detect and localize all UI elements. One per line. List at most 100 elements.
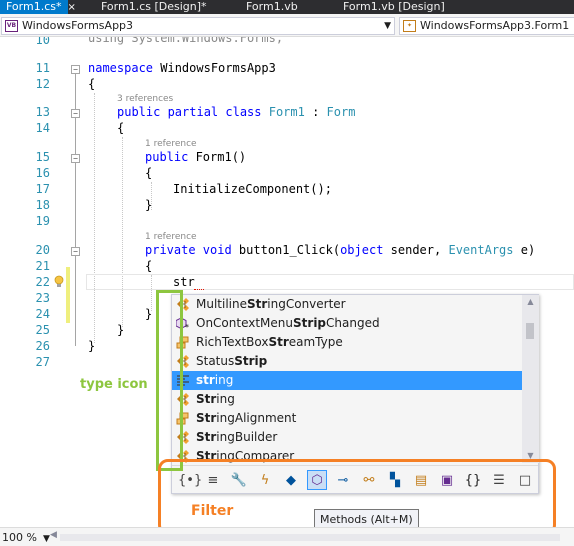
- line-number: 24: [35, 307, 50, 321]
- tab-form1-cs-design[interactable]: Form1.cs [Design]*: [95, 0, 225, 14]
- completion-item[interactable]: string: [172, 371, 522, 390]
- code-line: {: [117, 121, 125, 135]
- scroll-thumb[interactable]: [526, 323, 534, 339]
- keyword: object: [340, 243, 384, 257]
- completion-item-label: RichTextBoxStreamType: [196, 335, 343, 349]
- parameter: e): [513, 243, 536, 257]
- keyword: namespace: [88, 61, 154, 75]
- project-dropdown[interactable]: VB WindowsFormsApp3 ▼: [1, 17, 395, 35]
- completion-item[interactable]: StringBuilder: [172, 428, 522, 447]
- line-number: 17: [35, 182, 50, 196]
- line-number: 16: [35, 166, 50, 180]
- line-number: 15: [35, 150, 50, 164]
- tab-form1-vb-design[interactable]: Form1.vb [Design]: [337, 0, 457, 14]
- horizontal-scrollbar[interactable]: ◀: [50, 530, 560, 541]
- code-line: public partial class Form1 : Form: [117, 105, 355, 119]
- scroll-left-icon[interactable]: ◀: [50, 530, 57, 540]
- type-name: Form1: [268, 105, 305, 119]
- method-name: Form1(): [195, 150, 247, 164]
- tab-label: Form1.vb: [246, 0, 298, 13]
- line-number: 11: [35, 61, 50, 75]
- type-name: EventArgs: [448, 243, 514, 257]
- type-icon-annotation: type icon: [80, 377, 148, 392]
- error-squiggle: [194, 287, 204, 290]
- completion-scrollbar[interactable]: ▲ ▼: [522, 295, 539, 463]
- method-name: button1_Click(: [238, 243, 341, 257]
- collapse-constructor-icon[interactable]: −: [71, 154, 80, 163]
- scroll-up-icon[interactable]: ▲: [522, 295, 539, 309]
- label-suffix: ingAlignment: [216, 411, 297, 425]
- zoom-dropdown[interactable]: 100 % ▼: [0, 530, 50, 545]
- completion-item-label: StatusStrip: [196, 354, 267, 368]
- code-line: private void button1_Click(object sender…: [145, 243, 535, 257]
- code-line: InitializeComponent();: [173, 182, 332, 196]
- label-prefix: RichTextBox: [196, 335, 269, 349]
- label-match: Str: [196, 430, 217, 444]
- indent-guide: [94, 93, 95, 343]
- line-number: 22: [35, 275, 50, 289]
- type-icon-highlight-box: [156, 290, 183, 471]
- completion-item-label: String: [196, 392, 235, 406]
- code-line: }: [117, 323, 125, 337]
- code-line: }: [145, 198, 153, 212]
- line-number: 26: [35, 339, 50, 353]
- line-number: 21: [35, 259, 50, 273]
- line-number: 14: [35, 121, 50, 135]
- line-number: 27: [35, 355, 50, 369]
- filter-annotation: Filter: [191, 503, 234, 519]
- type-name: Form: [326, 105, 356, 119]
- lightbulb-icon[interactable]: [54, 275, 64, 288]
- punctuation: :: [304, 105, 327, 119]
- line-number: 25: [35, 323, 50, 337]
- completion-item[interactable]: RichTextBoxStreamType: [172, 333, 522, 352]
- code-line: {: [88, 77, 96, 91]
- tab-label: Form1.cs [Design]*: [101, 0, 207, 13]
- code-line: using System.Windows.Forms;: [88, 37, 284, 45]
- label-suffix: ingConverter: [267, 297, 346, 311]
- line-number: 19: [35, 214, 50, 228]
- completion-item[interactable]: MultilineStringConverter: [172, 295, 522, 314]
- collapse-method-icon[interactable]: −: [71, 247, 80, 256]
- label-match: Str: [196, 392, 217, 406]
- completion-item[interactable]: StringAlignment: [172, 409, 522, 428]
- close-icon[interactable]: ×: [67, 2, 75, 13]
- chevron-down-icon: ▼: [384, 21, 391, 31]
- label-suffix: eamType: [288, 335, 343, 349]
- line-number: 13: [35, 105, 50, 119]
- line-number: 23: [35, 291, 50, 305]
- label-match: str: [196, 373, 215, 387]
- codelens-references[interactable]: 3 references: [117, 94, 173, 104]
- collapse-namespace-icon[interactable]: −: [71, 65, 80, 74]
- typed-text: str: [173, 275, 195, 289]
- code-line: public Form1(): [145, 150, 246, 164]
- label-suffix: ing: [216, 392, 235, 406]
- completion-item[interactable]: String: [172, 390, 522, 409]
- namespace-name: WindowsFormsApp3: [153, 61, 276, 75]
- tab-label: Form1.vb [Design]: [343, 0, 445, 13]
- code-line: namespace WindowsFormsApp3: [88, 61, 276, 75]
- code-line: }: [88, 339, 96, 353]
- completion-list[interactable]: MultilineStringConverter * OnContextMenuSt…: [172, 295, 522, 463]
- label-suffix: ing: [214, 373, 234, 387]
- label-prefix: Status: [196, 354, 235, 368]
- completion-item-label: StringAlignment: [196, 411, 296, 425]
- label-match: Strip: [234, 354, 268, 368]
- codelens-references[interactable]: 1 reference: [145, 232, 197, 242]
- line-number: 20: [35, 243, 50, 257]
- indent-guide: [122, 137, 123, 327]
- label-suffix: ingBuilder: [216, 430, 278, 444]
- project-dropdown-value: WindowsFormsApp3: [22, 19, 134, 32]
- collapse-class-icon[interactable]: −: [71, 109, 80, 118]
- completion-item[interactable]: StatusStrip: [172, 352, 522, 371]
- completion-item-label: string: [196, 373, 233, 387]
- type-dropdown[interactable]: ✦ WindowsFormsApp3.Form1: [399, 17, 574, 35]
- codelens-references[interactable]: 1 reference: [145, 139, 197, 149]
- line-number: 12: [35, 77, 50, 91]
- tab-form1-cs[interactable]: Form1.cs* ×: [0, 0, 76, 14]
- line-number: 10: [35, 37, 50, 47]
- label-match: Str: [196, 411, 217, 425]
- tab-form1-vb[interactable]: Form1.vb: [240, 0, 320, 14]
- class-icon: ✦: [403, 20, 416, 32]
- completion-item[interactable]: * OnContextMenuStripChanged: [172, 314, 522, 333]
- tab-label: Form1.cs*: [6, 0, 62, 13]
